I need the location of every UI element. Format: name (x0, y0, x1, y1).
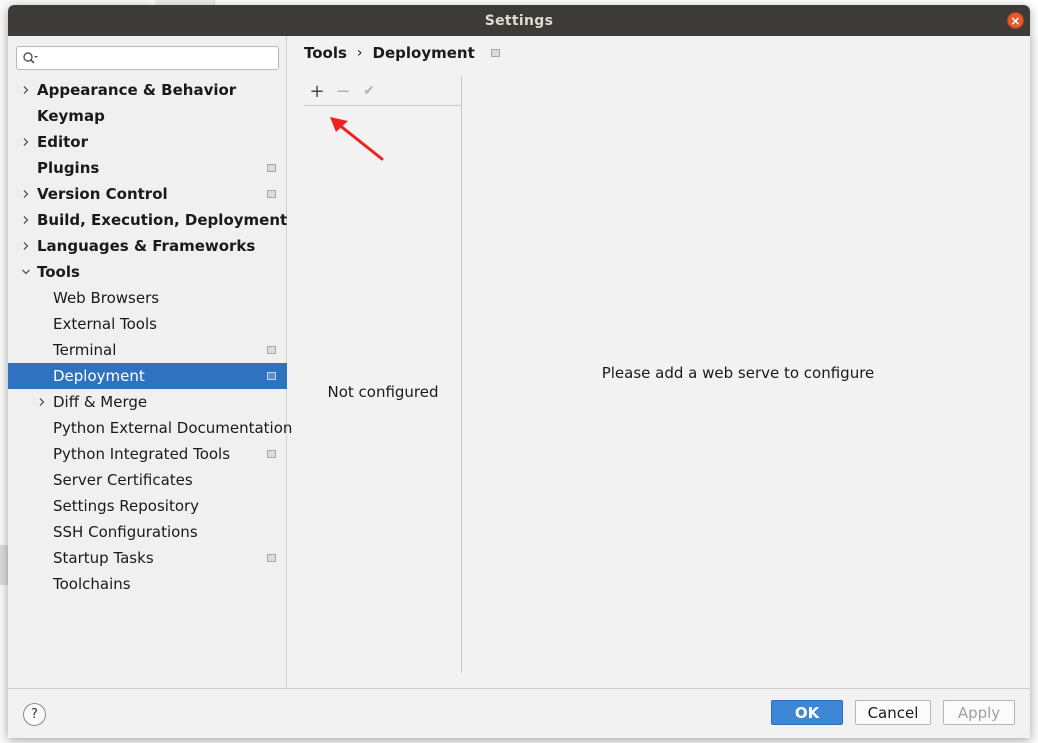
cancel-button[interactable]: Cancel (855, 700, 931, 725)
close-icon: × (1010, 14, 1021, 28)
sidebar-item[interactable]: SSH Configurations (8, 519, 287, 545)
sidebar-item-label: Diff & Merge (53, 393, 148, 411)
project-level-icon (267, 164, 276, 172)
server-list-panel: + − ✔ Not configured (304, 76, 462, 673)
sidebar-item[interactable]: Settings Repository (8, 493, 287, 519)
apply-button[interactable]: Apply (943, 700, 1015, 725)
add-server-button[interactable]: + (306, 80, 328, 102)
sidebar-item[interactable]: Editor (8, 129, 287, 155)
sidebar-item-label: Tools (37, 263, 80, 281)
plus-icon: + (309, 80, 325, 102)
sidebar-item[interactable]: Web Browsers (8, 285, 287, 311)
sidebar-item-label: Plugins (37, 159, 100, 177)
sidebar-item-label: Deployment (53, 367, 145, 385)
chevron-right-icon[interactable] (21, 85, 31, 95)
sidebar-item[interactable]: Appearance & Behavior (8, 77, 287, 103)
sidebar-item[interactable]: Tools (8, 259, 287, 285)
project-level-icon (267, 554, 276, 562)
help-button[interactable]: ? (23, 703, 46, 726)
sidebar-item[interactable]: Server Certificates (8, 467, 287, 493)
project-level-icon (490, 49, 500, 57)
sidebar-item-label: Version Control (37, 185, 168, 203)
question-icon: ? (31, 707, 38, 722)
chevron-down-icon[interactable] (21, 267, 31, 277)
sidebar-item-label: External Tools (53, 315, 157, 333)
project-level-icon (267, 346, 276, 354)
sidebar-item-label: Python Integrated Tools (53, 445, 231, 463)
sidebar-item[interactable]: Plugins (8, 155, 287, 181)
sidebar-item-label: Languages & Frameworks (37, 237, 256, 255)
project-level-icon (267, 372, 276, 380)
project-level-icon (267, 450, 276, 458)
sidebar-item[interactable]: Python Integrated Tools (8, 441, 287, 467)
ok-button[interactable]: OK (771, 700, 843, 725)
breadcrumb-current: Deployment (372, 44, 475, 62)
settings-sidebar: Appearance & Behavior Keymap Editor Plugins… (8, 36, 292, 688)
search-input[interactable] (41, 49, 275, 67)
search-box[interactable] (16, 46, 279, 70)
sidebar-item-label: Settings Repository (53, 497, 200, 515)
sidebar-item[interactable]: Diff & Merge (8, 389, 287, 415)
sidebar-item-label: Appearance & Behavior (37, 81, 237, 99)
title-bar: Settings × (8, 5, 1030, 36)
detail-placeholder-text: Please add a web serve to configure (601, 364, 875, 382)
search-icon (23, 52, 38, 64)
chevron-right-icon[interactable] (21, 137, 31, 147)
sidebar-item-label: Keymap (37, 107, 105, 125)
sidebar-item[interactable]: Terminal (8, 337, 287, 363)
sidebar-item-label: SSH Configurations (53, 523, 198, 541)
sidebar-item[interactable]: Python External Documentation (8, 415, 292, 441)
sidebar-item-label: Python External Documentation (53, 419, 293, 437)
sidebar-item[interactable]: Version Control (8, 181, 287, 207)
remove-server-button[interactable]: − (332, 80, 354, 102)
settings-tree: Appearance & Behavior Keymap Editor Plugins… (8, 77, 292, 597)
project-level-icon (267, 190, 276, 198)
dialog-footer: ? OK Cancel Apply (8, 688, 1030, 738)
sidebar-item[interactable]: External Tools (8, 311, 287, 337)
sidebar-item-label: Web Browsers (53, 289, 160, 307)
window-title: Settings (484, 12, 554, 29)
sidebar-item-label: Terminal (53, 341, 117, 359)
settings-dialog: Settings × Appearance & Behavior Keymap Ed… (8, 5, 1030, 738)
chevron-right-icon[interactable] (21, 241, 31, 251)
sidebar-item[interactable]: Toolchains (8, 571, 287, 597)
minus-icon: − (335, 80, 351, 102)
annotation-arrow-icon (330, 117, 384, 161)
sidebar-item[interactable]: Keymap (8, 103, 287, 129)
close-button[interactable]: × (1007, 12, 1024, 29)
sidebar-item-label: Editor (37, 133, 88, 151)
breadcrumb-parent[interactable]: Tools (304, 44, 347, 62)
chevron-right-icon[interactable] (21, 189, 31, 199)
list-toolbar: + − ✔ (304, 76, 462, 106)
sidebar-item-label: Build, Execution, Deployment (37, 211, 288, 229)
sidebar-item-label: Toolchains (53, 575, 131, 593)
empty-list-text: Not configured (327, 383, 439, 401)
checkmark-icon: ✔ (363, 83, 375, 99)
sidebar-item[interactable]: Deployment (8, 363, 287, 389)
set-default-button[interactable]: ✔ (358, 80, 380, 102)
breadcrumb: Tools › Deployment (304, 43, 500, 63)
sidebar-item-label: Startup Tasks (53, 549, 154, 567)
sidebar-item[interactable]: Build, Execution, Deployment (8, 207, 287, 233)
chevron-right-icon[interactable] (21, 215, 31, 225)
chevron-right-icon[interactable] (37, 397, 47, 407)
sidebar-item[interactable]: Startup Tasks (8, 545, 287, 571)
sidebar-item[interactable]: Languages & Frameworks (8, 233, 287, 259)
sidebar-item-label: Server Certificates (53, 471, 193, 489)
breadcrumb-separator: › (356, 45, 363, 61)
